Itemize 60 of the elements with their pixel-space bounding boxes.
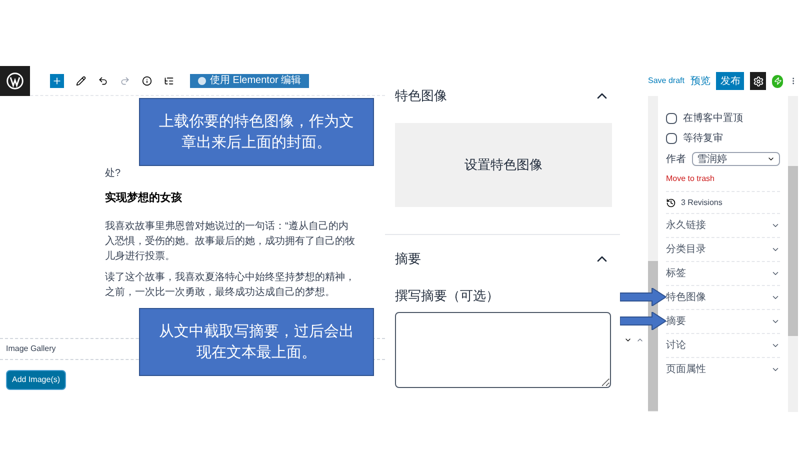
excerpt-label: 撰写摘要（可选） (395, 287, 500, 305)
move-to-trash-link[interactable]: Move to trash (666, 170, 780, 188)
redo-icon[interactable] (120, 76, 130, 86)
wordpress-logo-icon[interactable] (0, 66, 30, 96)
panel-title: 摘要 (395, 250, 421, 268)
revisions-link[interactable]: 3 Revisions (681, 196, 722, 208)
chevron-down-icon[interactable] (771, 341, 780, 350)
checkbox[interactable] (666, 112, 677, 124)
edit-icon[interactable] (76, 76, 86, 86)
paragraph-text: 处? (105, 166, 122, 181)
paragraph-line: 入恐惧，受伤的她。故事最后的她，成功拥有了自己的牧 (105, 234, 356, 248)
author-select[interactable]: 雪润婷 (692, 152, 780, 166)
add-images-button[interactable]: Add Image(s) (6, 370, 66, 390)
set-featured-image-button[interactable]: 设置特色图像 (395, 123, 612, 207)
checkbox-label: 等待复审 (683, 132, 723, 146)
scrollbar[interactable] (648, 96, 658, 412)
scrollbar[interactable] (788, 96, 798, 412)
publish-button[interactable]: 发布 (716, 72, 744, 90)
chevron-down-icon[interactable] (771, 221, 780, 230)
sidebar-panel[interactable]: 标签 (666, 261, 780, 285)
arrow-icon (620, 312, 666, 330)
arrow-icon (620, 288, 666, 306)
settings-icon (752, 76, 764, 86)
author-label: 作者 (666, 152, 686, 166)
paragraph-line: 读了这个故事，我喜欢夏洛特心中始终坚持梦想的精神， (105, 270, 356, 284)
paragraph-line: 我喜欢故事里弗恩曾对她说过的一句话：“遵从自己的内 (105, 220, 350, 234)
add-block-button[interactable] (50, 74, 64, 88)
heading-text: 实现梦想的女孩 (105, 190, 183, 206)
outline-icon[interactable] (164, 76, 174, 86)
callout-box: 上载你要的特色图像，作为文章出来后上面的封面。 (139, 98, 374, 166)
paragraph-line: 儿身进行投票。 (105, 250, 176, 264)
callout-box: 从文中截取写摘要，过后会出现在文本最上面。 (139, 308, 374, 376)
bolt-icon[interactable] (772, 74, 784, 88)
chevron-down-icon[interactable] (771, 245, 780, 254)
sidebar-panel[interactable]: 页面属性 (666, 357, 780, 381)
checkbox[interactable] (666, 132, 677, 144)
sidebar-panel[interactable]: 特色图像 (666, 285, 780, 309)
sidebar-panel[interactable]: 永久链接 (666, 213, 780, 237)
chevron-down-icon[interactable] (771, 269, 780, 278)
chevron-down-icon[interactable] (624, 336, 632, 344)
excerpt-field[interactable] (395, 312, 611, 388)
sidebar-panel[interactable]: 讨论 (666, 333, 780, 357)
save-draft-link[interactable]: Save draft (648, 75, 684, 87)
chevron-down-icon[interactable] (771, 317, 780, 326)
sidebar-panel[interactable]: 摘要 (666, 309, 780, 333)
undo-icon[interactable] (98, 76, 108, 86)
plus-icon (52, 76, 62, 86)
info-icon[interactable] (142, 76, 152, 86)
revisions-icon[interactable] (666, 198, 676, 208)
chevron-down-icon (767, 155, 775, 163)
panel-title: 特色图像 (395, 87, 447, 106)
sidebar-panel[interactable]: 分类目录 (666, 237, 780, 261)
checkbox-label: 在博客中置顶 (683, 112, 743, 126)
paragraph-line: 之前，一次比一次勇敢，最终成功达成自己的梦想。 (105, 286, 336, 300)
elementor-button[interactable]: 使用 Elementor 编辑 (190, 74, 310, 88)
gallery-label: Image Gallery (6, 342, 56, 354)
settings-button[interactable] (750, 72, 766, 90)
preview-link[interactable]: 预览 (690, 74, 710, 88)
chevron-down-icon[interactable] (771, 293, 780, 302)
chevron-down-icon[interactable] (771, 365, 780, 374)
